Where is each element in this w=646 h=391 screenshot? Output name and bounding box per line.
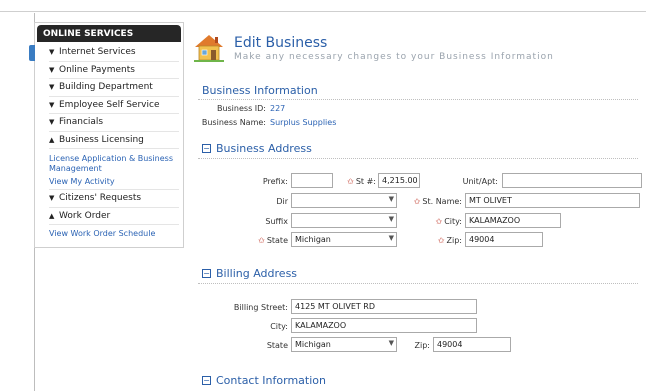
prefix-label: Prefix:	[262, 177, 288, 186]
triangle-down-icon: ▼	[49, 65, 55, 74]
section-divider	[198, 158, 638, 159]
sidebar-item-label: Business Licensing	[59, 134, 144, 145]
section-divider	[198, 283, 638, 284]
required-star-icon: ✩	[347, 177, 354, 186]
collapse-icon[interactable]: −	[202, 376, 211, 385]
sidebar-item-employee-self-service[interactable]: ▼ Employee Self Service	[49, 97, 179, 114]
billing-city-label: City:	[270, 322, 288, 331]
triangle-down-icon: ▼	[49, 48, 55, 57]
st-name-label: ✩ St. Name:	[413, 197, 462, 206]
business-information-heading: Business Information	[202, 84, 318, 97]
dir-select[interactable]: ▼	[291, 193, 397, 208]
collapse-icon[interactable]: −	[202, 144, 211, 153]
top-bar	[0, 0, 646, 12]
business-address-heading[interactable]: − Business Address	[202, 142, 312, 155]
billing-street-input[interactable]: 4125 MT OLIVET RD	[291, 299, 477, 314]
chevron-down-icon: ▼	[388, 195, 394, 203]
collapse-icon[interactable]: −	[202, 269, 211, 278]
unit-apt-input[interactable]	[502, 173, 642, 188]
business-name-label: Business Name:	[201, 118, 266, 127]
billing-zip-label: Zip:	[414, 341, 430, 350]
triangle-up-icon: ▲	[49, 135, 55, 144]
page-title: Edit Business	[234, 35, 328, 51]
sidebar-item-label: Internet Services	[59, 47, 136, 58]
view-my-activity-link[interactable]: View My Activity	[49, 176, 179, 188]
house-icon	[194, 35, 224, 62]
suffix-label: Suffix	[265, 217, 288, 226]
dir-label: Dir	[276, 197, 288, 206]
sidebar-item-internet-services[interactable]: ▼ Internet Services	[49, 44, 179, 62]
sidebar-item-work-order[interactable]: ▲ Work Order	[49, 208, 179, 225]
suffix-select[interactable]: ▼	[291, 213, 397, 228]
view-work-order-schedule-link[interactable]: View Work Order Schedule	[49, 228, 179, 240]
contact-information-title: Contact Information	[216, 374, 326, 387]
triangle-up-icon: ▲	[49, 211, 55, 220]
online-services-sidebar: ONLINE SERVICES ▼ Internet Services ▼ On…	[29, 22, 184, 248]
sidebar-item-label: Online Payments	[59, 64, 135, 75]
business-address-title: Business Address	[216, 142, 312, 155]
triangle-down-icon: ▼	[49, 100, 55, 109]
required-star-icon: ✩	[437, 236, 445, 245]
triangle-down-icon: ▼	[49, 194, 55, 203]
billing-state-select[interactable]: Michigan ▼	[291, 337, 397, 352]
sidebar-item-online-payments[interactable]: ▼ Online Payments	[49, 62, 179, 79]
billing-address-title: Billing Address	[216, 267, 298, 280]
page-subtitle: Make any necessary changes to your Busin…	[234, 52, 554, 62]
state-label: ✩ State	[258, 236, 288, 245]
sidebar-item-label: Citizens' Requests	[59, 193, 142, 204]
triangle-down-icon: ▼	[49, 118, 55, 127]
contact-information-heading[interactable]: − Contact Information	[202, 374, 326, 387]
sidebar-item-business-licensing[interactable]: ▲ Business Licensing	[49, 132, 179, 149]
business-name-value: Surplus Supplies	[270, 118, 337, 127]
state-select[interactable]: Michigan ▼	[291, 232, 397, 247]
sidebar-item-label: Financials	[59, 117, 104, 128]
sidebar-item-label: Building Department	[59, 82, 153, 93]
zip-input[interactable]: 49004	[465, 232, 543, 247]
st-num-label: ✩ St #:	[347, 177, 376, 186]
billing-street-label: Billing Street:	[233, 303, 288, 312]
section-divider	[198, 99, 638, 100]
unit-apt-label: Unit/Apt:	[462, 177, 498, 186]
required-star-icon: ✩	[258, 236, 265, 245]
required-star-icon: ✩	[435, 217, 443, 226]
zip-label: ✩ Zip:	[437, 236, 462, 245]
sidebar-item-building-department[interactable]: ▼ Building Department	[49, 79, 179, 97]
sidebar-item-financials[interactable]: ▼ Financials	[49, 114, 179, 132]
chevron-down-icon: ▼	[388, 339, 394, 347]
chevron-down-icon: ▼	[388, 234, 394, 242]
license-application-link[interactable]: License Application & Business Managemen…	[49, 152, 179, 176]
billing-zip-input[interactable]: 49004	[433, 337, 511, 352]
sidebar-item-label: Employee Self Service	[59, 99, 160, 110]
st-num-input[interactable]: 4,215.00	[378, 173, 420, 188]
required-star-icon: ✩	[413, 197, 421, 206]
st-name-input[interactable]: MT OLIVET	[465, 193, 640, 208]
city-label: ✩ City:	[435, 217, 463, 226]
prefix-input[interactable]	[291, 173, 333, 188]
city-input[interactable]: KALAMAZOO	[465, 213, 561, 228]
business-id-value: 227	[270, 104, 286, 113]
main-content: Edit Business Make any necessary changes…	[186, 22, 646, 391]
sidebar-item-citizens-requests[interactable]: ▼ Citizens' Requests	[49, 190, 179, 208]
billing-state-label: State	[266, 341, 288, 350]
triangle-down-icon: ▼	[49, 83, 55, 92]
billing-address-heading[interactable]: − Billing Address	[202, 267, 297, 280]
sidebar-header: ONLINE SERVICES	[37, 25, 181, 42]
business-id-label: Business ID:	[216, 104, 266, 113]
sidebar-collapse-tab[interactable]	[29, 45, 35, 61]
sidebar-item-label: Work Order	[59, 210, 111, 221]
billing-city-input[interactable]: KALAMAZOO	[291, 318, 477, 333]
chevron-down-icon: ▼	[388, 215, 394, 223]
